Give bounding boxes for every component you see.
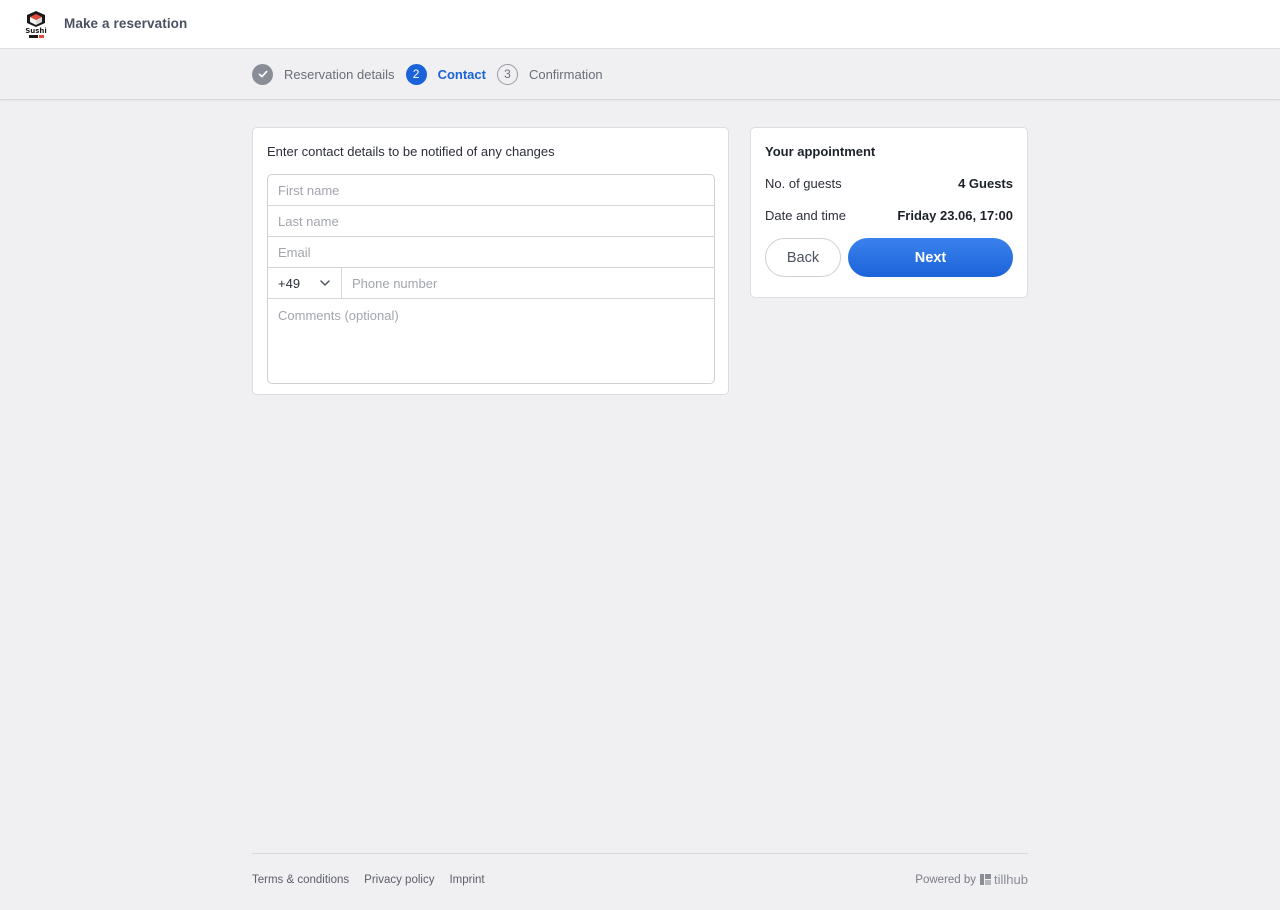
checkmark-icon [252,63,273,85]
progress-steps: Reservation details 2 Contact 3 Confirma… [252,63,614,85]
appointment-title: Your appointment [765,144,876,159]
step-contact[interactable]: 2 Contact [405,63,486,85]
page-title: Make a reservation [64,16,188,31]
country-code-value: +49 [278,275,301,291]
email-input[interactable] [268,237,714,267]
first-name-input[interactable] [268,175,714,205]
back-button[interactable]: Back [765,238,841,277]
guests-label: No. of guests [765,176,842,191]
footer-divider [252,853,1028,854]
appointment-summary-card: Your appointment No. of guests 4 Guests … [750,127,1028,298]
next-button[interactable]: Next [848,238,1013,277]
step-reservation-details[interactable]: Reservation details [252,63,395,85]
datetime-label: Date and time [765,208,846,223]
datetime-value: Friday 23.06, 17:00 [897,208,1013,223]
country-code-select[interactable]: +49 [268,268,342,298]
step-confirmation: 3 Confirmation [496,63,603,85]
comments-row [268,299,714,383]
contact-details-card: Enter contact details to be notified of … [252,127,729,395]
chevron-down-icon [320,280,330,286]
step-number: 3 [496,63,518,85]
footer-links: Terms & conditions Privacy policy Imprin… [252,874,500,886]
svg-text:Sushi: Sushi [25,27,47,35]
comments-textarea[interactable] [268,299,714,383]
guests-value: 4 Guests [958,176,1013,191]
brand-name: tillhub [994,872,1028,887]
phone-field [342,268,714,298]
contact-heading: Enter contact details to be notified of … [267,144,555,159]
terms-link[interactable]: Terms & conditions [252,874,349,886]
first-name-row [268,175,714,206]
phone-number-input[interactable] [342,268,714,298]
phone-row: +49 [268,268,714,299]
top-bar: Sushi Make a reservation [0,0,1280,49]
email-row [268,237,714,268]
sushi-logo-icon[interactable]: Sushi [24,10,48,40]
step-label: Confirmation [528,66,603,82]
last-name-row [268,206,714,237]
step-label: Contact [437,66,486,82]
progress-steps-bar: Reservation details 2 Contact 3 Confirma… [0,49,1280,100]
imprint-link[interactable]: Imprint [449,874,484,886]
last-name-input[interactable] [268,206,714,236]
step-label: Reservation details [284,66,395,82]
tillhub-logo-icon [980,874,992,885]
powered-by-label: Powered by [915,873,977,886]
powered-by[interactable]: Powered by tillhub [915,872,1028,887]
contact-form: +49 [267,174,715,384]
step-number: 2 [405,63,427,85]
privacy-link[interactable]: Privacy policy [364,874,434,886]
